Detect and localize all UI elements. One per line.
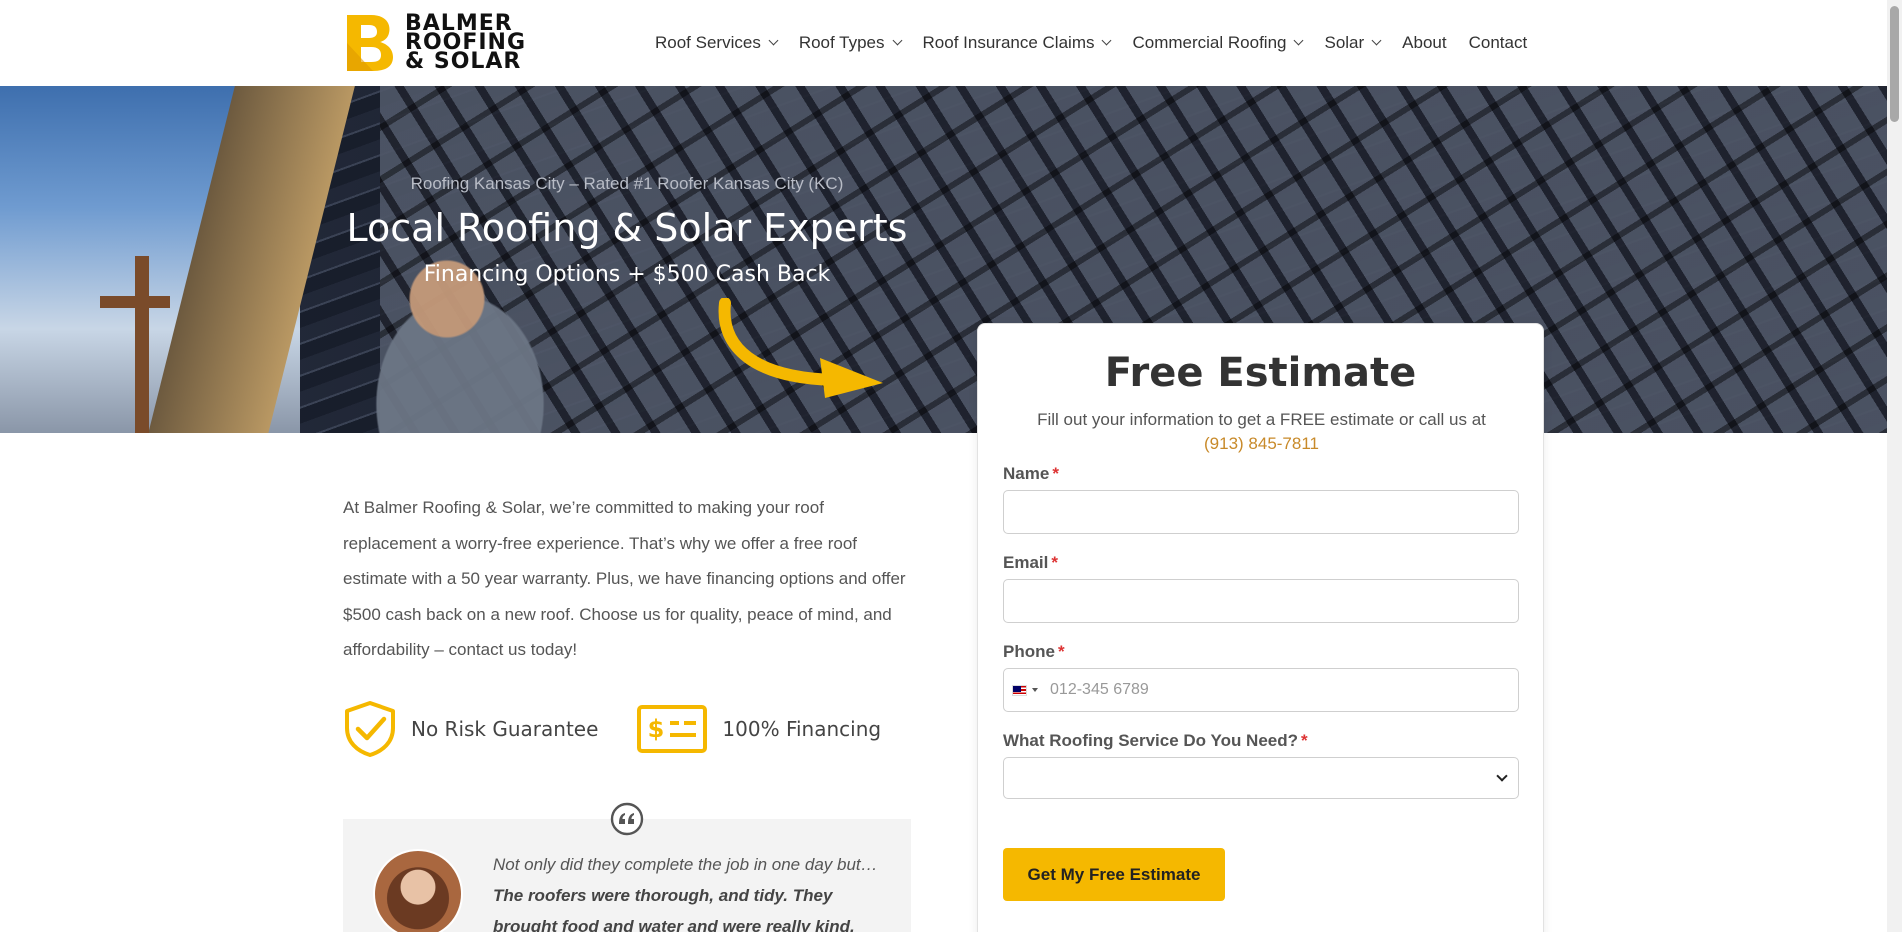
name-field xyxy=(1003,490,1519,534)
name-label: Name * xyxy=(1003,464,1059,484)
required-marker: * xyxy=(1057,642,1065,661)
nav-item-roof-insurance-claims[interactable]: Roof Insurance Claims xyxy=(922,33,1112,53)
quote-text-bold: The roofers were thorough, and tidy. The… xyxy=(493,886,855,932)
logo-text: BALMER ROOFING & SOLAR xyxy=(405,13,526,74)
email-label-text: Email xyxy=(1003,553,1049,572)
email-input[interactable] xyxy=(1004,580,1518,622)
chevron-down-icon xyxy=(768,35,779,46)
nav-item-label: Roof Types xyxy=(798,33,885,52)
phone-label-text: Phone xyxy=(1003,642,1055,661)
shield-check-icon xyxy=(345,701,395,757)
nav-item-contact[interactable]: Contact xyxy=(1469,33,1528,53)
nav-item-about[interactable]: About xyxy=(1402,33,1446,53)
scrollbar[interactable] xyxy=(1887,0,1902,932)
feature-label: 100% Financing xyxy=(722,717,882,741)
phone-input[interactable] xyxy=(1038,669,1518,711)
chevron-down-icon xyxy=(1294,35,1304,46)
required-marker: * xyxy=(1052,464,1059,483)
chevron-down-icon xyxy=(1496,770,1508,782)
form-title: Free Estimate xyxy=(1104,350,1417,396)
chevron-down-icon xyxy=(1102,35,1112,46)
required-marker: * xyxy=(1051,553,1058,572)
form-description: Fill out your information to get a FREE … xyxy=(1008,408,1515,456)
quote-icon xyxy=(610,802,644,836)
nav-item-commercial-roofing[interactable]: Commercial Roofing xyxy=(1132,33,1304,53)
nav-item-label: Roof Insurance Claims xyxy=(922,33,1095,52)
nav-item-label: About xyxy=(1402,33,1447,52)
service-select[interactable] xyxy=(1003,757,1519,799)
country-flag-icon[interactable] xyxy=(1012,684,1028,696)
page: BALMER ROOFING & SOLAR Roof Services Roo… xyxy=(0,0,1902,932)
main-nav: Roof Services Roof Types Roof Insurance … xyxy=(655,0,1549,86)
email-field xyxy=(1003,579,1519,623)
hero-subtitle: Financing Options + $500 Cash Back xyxy=(423,262,831,287)
form-description-text: Fill out your information to get a FREE … xyxy=(1037,410,1486,429)
feature-no-risk: No Risk Guarantee xyxy=(343,700,598,758)
phone-field xyxy=(1003,668,1519,712)
phone-link[interactable]: (913) 845-7811 xyxy=(1008,432,1515,456)
scrollbar-thumb[interactable] xyxy=(1890,6,1899,122)
nav-item-label: Contact xyxy=(1468,33,1528,52)
testimonial-quote: Not only did they complete the job in on… xyxy=(493,849,893,932)
required-marker: * xyxy=(1301,731,1308,750)
feature-label: No Risk Guarantee xyxy=(411,717,599,741)
service-label-text: What Roofing Service Do You Need? xyxy=(1003,731,1299,750)
quote-text-plain: Not only did they complete the job in on… xyxy=(493,855,878,874)
logo-line: & SOLAR xyxy=(405,49,522,74)
hero-eyebrow: Roofing Kansas City – Rated #1 Roofer Ka… xyxy=(410,174,844,193)
estimate-form-card: Free Estimate Fill out your information … xyxy=(977,323,1544,932)
nav-item-label: Roof Services xyxy=(655,33,761,52)
avatar xyxy=(373,849,463,932)
logo[interactable]: BALMER ROOFING & SOLAR xyxy=(343,13,526,74)
hero-banner: Roofing Kansas City – Rated #1 Roofer Ka… xyxy=(0,86,1887,433)
service-label: What Roofing Service Do You Need? * xyxy=(1003,731,1308,751)
chevron-down-icon xyxy=(1371,35,1382,46)
nav-item-label: Solar xyxy=(1324,33,1365,52)
email-label: Email * xyxy=(1003,553,1058,573)
hero-scaffold-image xyxy=(100,296,170,308)
hero-title: Local Roofing & Solar Experts xyxy=(346,206,908,250)
phone-label: Phone * xyxy=(1003,642,1065,662)
name-input[interactable] xyxy=(1004,491,1518,533)
nav-item-label: Commercial Roofing xyxy=(1132,33,1287,52)
submit-estimate-button[interactable]: Get My Free Estimate xyxy=(1003,848,1225,901)
nav-item-roof-services[interactable]: Roof Services xyxy=(655,33,779,53)
nav-item-solar[interactable]: Solar xyxy=(1324,33,1382,53)
chevron-down-icon xyxy=(892,35,902,46)
hero-scaffold-image xyxy=(135,256,149,433)
arrow-icon xyxy=(718,298,883,398)
feature-financing: $ 100% Financing xyxy=(636,704,881,754)
name-label-text: Name xyxy=(1003,464,1050,483)
logo-mark-icon xyxy=(347,14,393,71)
intro-paragraph: At Balmer Roofing & Solar, we’re committ… xyxy=(343,498,906,659)
features-row: No Risk Guarantee $ 100% Financing xyxy=(343,700,919,758)
svg-text:$: $ xyxy=(648,715,665,743)
site-header: BALMER ROOFING & SOLAR Roof Services Roo… xyxy=(0,0,1887,86)
nav-item-roof-types[interactable]: Roof Types xyxy=(798,33,902,53)
dollar-card-icon: $ xyxy=(637,705,708,753)
